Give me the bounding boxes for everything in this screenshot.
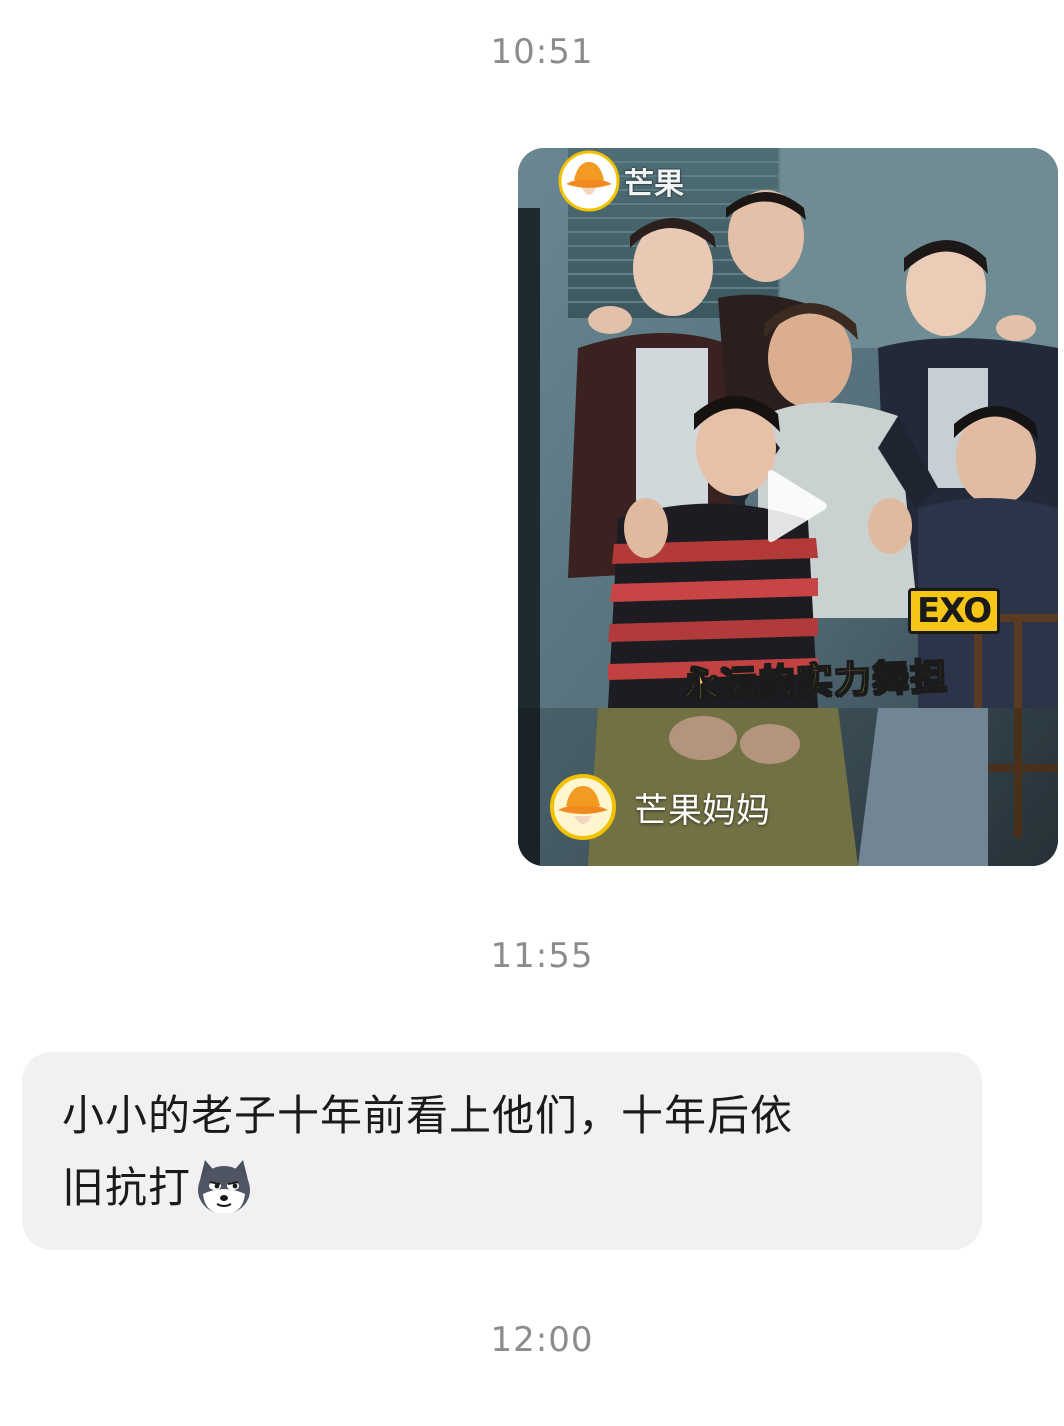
mango-hat-logo-icon	[558, 150, 620, 212]
chat-timestamp: 10:51	[490, 32, 594, 72]
message-line-2: 旧抗打	[62, 1163, 192, 1212]
brand-watermark: 芒果	[558, 150, 684, 212]
message-text: 小小的老子十年前看上他们，十年后依 旧抗打	[62, 1080, 942, 1224]
text-message-bubble[interactable]: 小小的老子十年前看上他们，十年后依 旧抗打	[22, 1052, 982, 1250]
husky-emoji-icon	[198, 1159, 251, 1214]
play-icon[interactable]	[750, 466, 830, 546]
mango-hat-avatar-icon	[550, 774, 616, 840]
video-caption: 永远的实力舞担	[681, 656, 950, 708]
chat-timestamp: 12:00	[490, 1320, 594, 1360]
channel-info[interactable]: 芒果妈妈	[550, 774, 770, 840]
chat-timestamp: 11:55	[490, 936, 594, 976]
video-message-card[interactable]: 芒果 EXO 永远的实力舞担 芒果妈妈	[518, 148, 1058, 866]
channel-name: 芒果妈妈	[634, 790, 770, 831]
message-line-1: 小小的老子十年前看上他们，十年后依	[62, 1091, 794, 1140]
exo-badge: EXO	[908, 588, 1001, 634]
